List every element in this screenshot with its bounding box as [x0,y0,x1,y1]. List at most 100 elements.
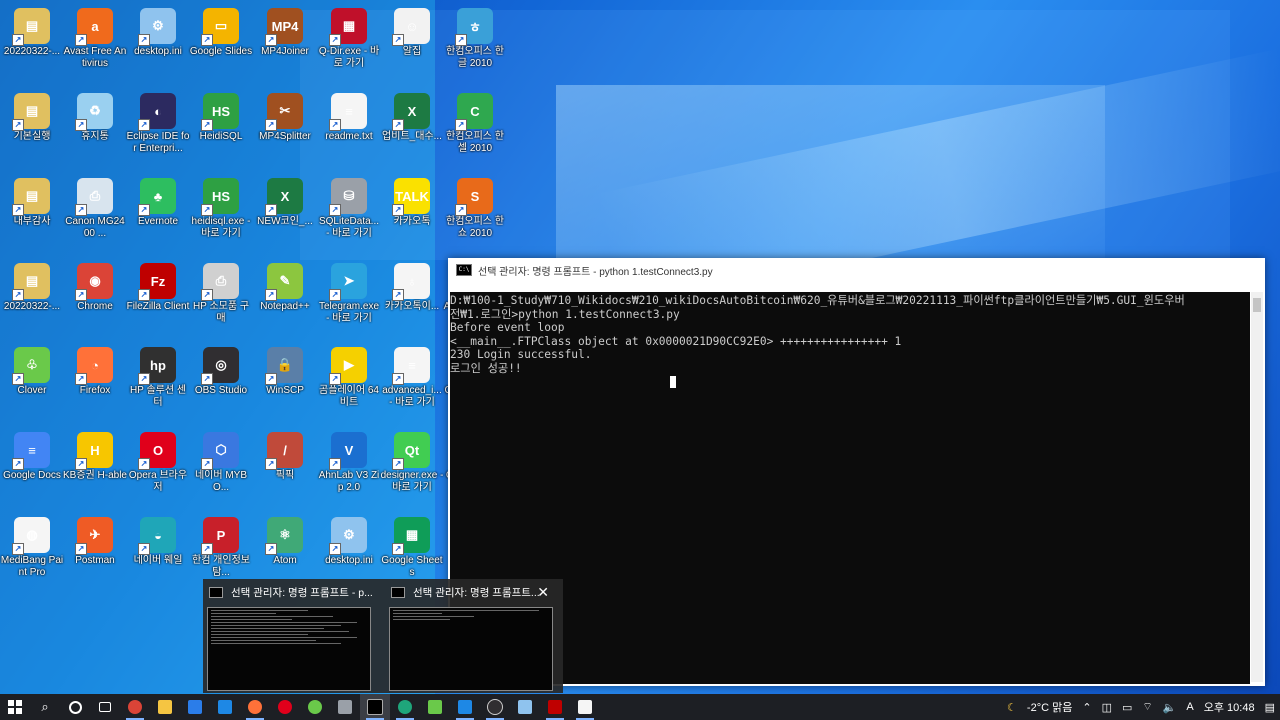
desktop-icon[interactable]: ☺ ↗ 알집 [380,4,444,84]
desktop-icon[interactable]: C ↗ 한컴오피스 한셀 2010 [443,89,507,169]
cortana-icon[interactable] [60,694,90,720]
search-icon[interactable]: ⌕ [30,694,60,720]
app-taskbar-icon[interactable] [330,694,360,720]
notepad-taskbar-icon[interactable] [570,694,600,720]
desktop-icon[interactable]: ▶ ↗ 곰플레이어 64 비트 [317,343,381,423]
desktop-icon[interactable]: ◎ ↗ OBS Studio [189,343,253,423]
desktop-icon[interactable]: HS ↗ HeidiSQL [189,89,253,169]
chevron-up-icon[interactable]: ⌃ [1082,701,1091,714]
whale-taskbar-icon[interactable] [390,694,420,720]
mail-icon[interactable] [210,694,240,720]
weather-text[interactable]: -2°C 맑음 [1027,699,1072,715]
app-icon: TALK ↗ [392,178,430,216]
command-prompt-taskbar-icon[interactable] [360,694,390,720]
desktop-icon-label: 한컴오피스 한글 2010 [446,46,504,69]
desktop-icon[interactable]: ▤ ↗ 20220322-... [0,4,64,84]
desktop-icon[interactable]: ♁ ↗ 카카오톡이... [380,259,444,339]
desktop-icon[interactable]: ✎ ↗ Notepad++ [253,259,317,339]
desktop-icon[interactable]: Fz ↗ FileZilla Client [126,259,190,339]
volume-icon[interactable]: 🔈 [1163,701,1177,714]
desktop-icon[interactable]: ♣ ↗ Evernote [126,174,190,254]
file-explorer-icon[interactable] [150,694,180,720]
app-icon: Qt ↗ [392,432,430,470]
shortcut-arrow-icon: ↗ [12,543,24,555]
desktop-icon[interactable]: / ↗ 픽픽 [253,428,317,508]
notes-taskbar-icon[interactable] [510,694,540,720]
store-icon[interactable] [180,694,210,720]
desktop-icon[interactable]: ◐ ↗ Eclipse IDE for Enterpri... [126,89,190,169]
command-prompt-window[interactable]: C:\ 선택 관리자: 명령 프롬프트 - python 1.testConne… [448,258,1265,686]
shortcut-arrow-icon: ↗ [138,34,150,46]
desktop-icon[interactable]: ▤ ↗ 기본실행 [0,89,64,169]
desktop-icon[interactable]: ⎙ ↗ Canon MG2400 ... [63,174,127,254]
desktop-icon-label: OBS Studio [194,385,248,396]
desktop-icon[interactable]: Qt ↗ designer.exe - 바로 가기 [380,428,444,508]
vertical-scrollbar[interactable] [1251,292,1263,682]
desktop-icon[interactable]: ≡ ↗ readme.txt [317,89,381,169]
shortcut-arrow-icon: ↗ [138,458,150,470]
desktop-icon[interactable]: ✂ ↗ MP4Splitter [253,89,317,169]
desktop-icon[interactable]: ➤ ↗ Telegram.exe - 바로 가기 [317,259,381,339]
window-thumbnail[interactable]: 선택 관리자: 명령 프롬프트 - p... [203,579,373,693]
desktop-icon[interactable]: ⬡ ↗ 네이버 MYBO... [189,428,253,508]
clover-taskbar-icon[interactable] [300,694,330,720]
desktop-icon[interactable]: ▦ ↗ Q-Dir.exe - 바로 가기 [317,4,381,84]
desktop-icon[interactable]: hp ↗ HP 솔루션 센터 [126,343,190,423]
desktop-icon[interactable]: ▤ ↗ 내부감사 [0,174,64,254]
start-button[interactable] [0,694,30,720]
desktop-icon[interactable]: ≡ ↗ advanced_i... - 바로 가기 [380,343,444,423]
close-icon[interactable]: ✕ [537,584,549,601]
desktop-icon[interactable]: HS ↗ heidisql.exe - 바로 가기 [189,174,253,254]
desktop-icon[interactable]: ⎙ ↗ HP 소모품 구매 [189,259,253,339]
desktop-icon[interactable]: ◔ ↗ Firefox [63,343,127,423]
shortcut-arrow-icon: ↗ [265,119,277,131]
ime-indicator[interactable]: A [1186,701,1193,713]
desktop-icon[interactable]: ▤ ↗ 20220322-... [0,259,64,339]
window-thumbnail[interactable]: 선택 관리자: 명령 프롬프트... ✕ [385,579,555,693]
desktop-icon-label: KB증권 H-able [63,470,127,481]
obs-taskbar-icon[interactable] [480,694,510,720]
console-output[interactable]: D:₩100-1_Study₩710_Wikidocs₩210_wikiDocs… [450,292,1250,684]
chrome-taskbar-icon[interactable] [120,694,150,720]
wifi-icon[interactable]: ⌔ [1142,700,1152,714]
desktop-icon[interactable]: ◉ ↗ Chrome [63,259,127,339]
desktop-icon[interactable]: ㅎ ↗ 한컴오피스 한글 2010 [443,4,507,84]
firefox-taskbar-icon[interactable] [240,694,270,720]
app-icon: ◉ ↗ [75,263,113,301]
network-icon[interactable]: ◫ [1102,701,1112,714]
desktop-icon[interactable]: X ↗ 업비트_대수... [380,89,444,169]
app-icon: ◍ ↗ [12,517,50,555]
desktop-icon[interactable]: TALK ↗ 카카오톡 [380,174,444,254]
scrollbar-thumb[interactable] [1253,298,1261,312]
opera-taskbar-icon[interactable] [270,694,300,720]
desktop-icon[interactable]: V ↗ AhnLab V3 Zip 2.0 [317,428,381,508]
thumbnail-title: 선택 관리자: 명령 프롬프트... [413,586,540,599]
desktop-icon[interactable]: ▭ ↗ Google Slides [189,4,253,84]
desktop-icon[interactable]: H ↗ KB증권 H-able [63,428,127,508]
clock[interactable]: 오후 10:48 [1204,699,1255,715]
vscode-taskbar-icon[interactable] [450,694,480,720]
desktop-icon[interactable]: ⛁ ↗ SQLiteData... - 바로 가기 [317,174,381,254]
desktop-icon[interactable]: ◒ ↗ 네이버 웨일 [126,513,190,593]
desktop-icon[interactable]: a ↗ Avast Free Antivirus [63,4,127,84]
kakaotalk-taskbar-icon[interactable] [420,694,450,720]
shortcut-arrow-icon: ↗ [138,289,150,301]
notification-icon[interactable]: ▤ [1265,701,1275,714]
desktop-icon[interactable]: MP4 ↗ MP4Joiner [253,4,317,84]
desktop-icon[interactable]: 🔒 ↗ WinSCP [253,343,317,423]
battery-icon[interactable]: ▭ [1122,701,1132,714]
desktop-icon[interactable]: S ↗ 한컴오피스 한쇼 2010 [443,174,507,254]
weather-moon-icon[interactable]: ☾ [1007,701,1017,714]
filezilla-taskbar-icon[interactable] [540,694,570,720]
window-titlebar[interactable]: C:\ 선택 관리자: 명령 프롬프트 - python 1.testConne… [448,258,1265,282]
desktop-icon[interactable]: ✈ ↗ Postman [63,513,127,593]
desktop-icon[interactable]: ≡ ↗ Google Docs [0,428,64,508]
desktop-icon-label: 카카오톡이... [384,301,440,312]
desktop-icon[interactable]: ♧ ↗ Clover [0,343,64,423]
desktop-icon[interactable]: ♻ ↗ 휴지통 [63,89,127,169]
desktop-icon[interactable]: O ↗ Opera 브라우저 [126,428,190,508]
desktop-icon[interactable]: ◍ ↗ MediBang Paint Pro [0,513,64,593]
desktop-icon[interactable]: X ↗ NEW코인_... [253,174,317,254]
desktop-icon[interactable]: ⚙ ↗ desktop.ini [126,4,190,84]
task-view-icon[interactable] [90,694,120,720]
